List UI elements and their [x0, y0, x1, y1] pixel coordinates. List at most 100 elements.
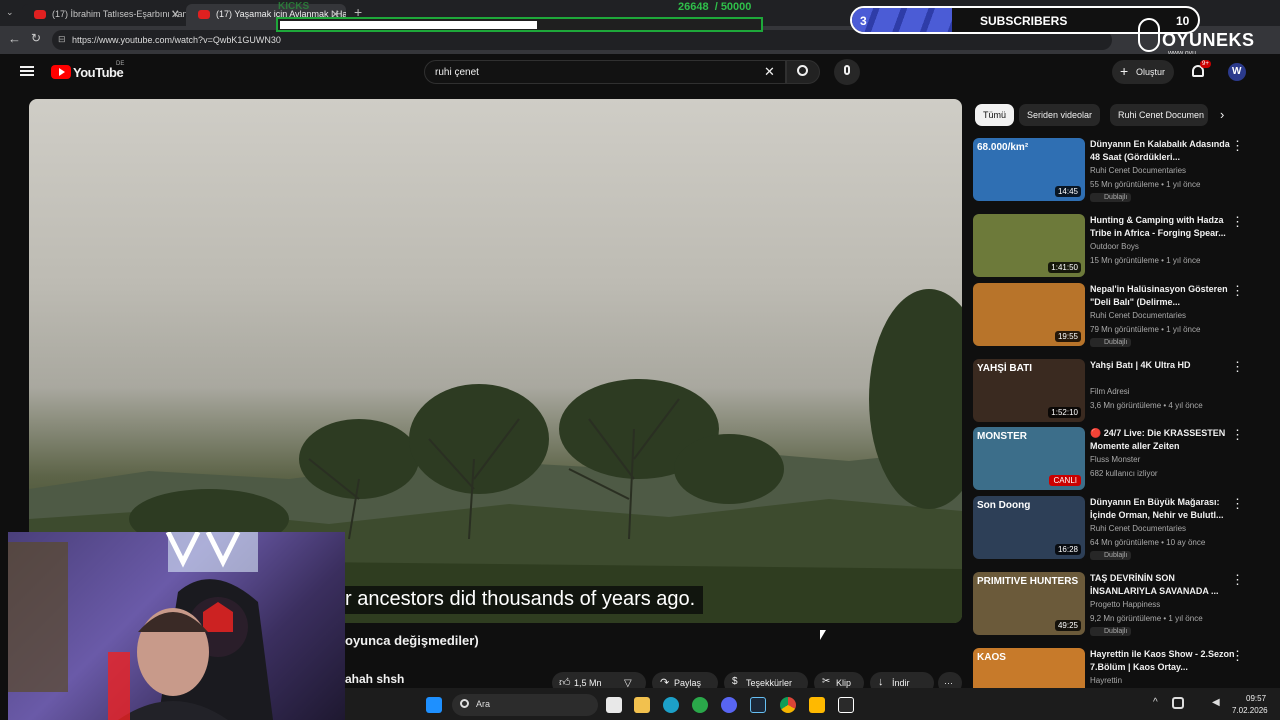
back-icon[interactable]: ← [8, 31, 21, 46]
task-view-icon[interactable] [606, 697, 622, 713]
site-info-icon[interactable]: ⊟ [58, 34, 66, 45]
download-label: İndir [892, 678, 910, 688]
recommended-video[interactable]: 19:55 Nepal'in Halüsinasyon Gösteren "Del… [973, 283, 1263, 349]
more-options-icon[interactable]: ⋮ [1231, 496, 1244, 512]
video-thumbnail[interactable]: 19:55 [973, 283, 1085, 346]
steam-icon[interactable] [750, 697, 766, 713]
recommended-channel[interactable]: Fluss Monster [1090, 455, 1140, 464]
taskbar-search-icon [460, 699, 469, 708]
recommended-title[interactable]: Hunting & Camping with Hadza Tribe in Af… [1090, 214, 1238, 240]
video-thumbnail[interactable]: Son Doong 16:28 [973, 496, 1085, 559]
search-input[interactable]: ruhi çenet [424, 60, 786, 84]
account-avatar[interactable]: W [1228, 63, 1246, 81]
recommended-channel[interactable]: Hayrettin [1090, 676, 1122, 685]
video-thumbnail[interactable]: MONSTER CANLI [973, 427, 1085, 490]
kicks-progress-bar [276, 17, 763, 32]
video-thumbnail[interactable]: PRIMITIVE HUNTERS 49:25 [973, 572, 1085, 635]
recommended-video[interactable]: Son Doong 16:28 Dünyanın En Büyük Mağarası… [973, 496, 1263, 562]
menu-icon[interactable] [20, 66, 34, 76]
recommended-title[interactable]: Dünyanın En Kalabalık Adasında 48 Saat (… [1090, 138, 1238, 164]
search-icon [797, 65, 808, 76]
recommended-title[interactable]: Yahşi Batı | 4K Ultra HD [1090, 359, 1238, 372]
more-options-icon[interactable]: ⋮ [1231, 427, 1244, 443]
recommended-meta: 64 Mn görüntüleme • 10 ay önce [1090, 538, 1206, 547]
file-explorer-icon[interactable] [634, 697, 650, 713]
video-thumbnail[interactable]: 1:41:50 [973, 214, 1085, 277]
recommended-meta: 682 kullanıcı izliyor [1090, 469, 1158, 478]
subscriber-goal-fill [852, 8, 952, 32]
recommended-title[interactable]: TAŞ DEVRİNİN SON İNSANLARIYLA SAVANADA .… [1090, 572, 1238, 598]
recommended-video[interactable]: 1:41:50 Hunting & Camping with Hadza Trib… [973, 214, 1263, 280]
notification-badge: 9+ [1200, 60, 1211, 68]
more-options-icon[interactable]: ⋮ [1231, 138, 1244, 154]
more-options-icon[interactable]: ⋮ [1231, 283, 1244, 299]
close-tab-icon[interactable]: ✕ [171, 8, 180, 21]
chrome-icon[interactable] [780, 697, 796, 713]
network-icon[interactable] [1172, 697, 1184, 709]
video-duration: 1:41:50 [1048, 262, 1081, 273]
more-options-icon[interactable]: ⋮ [1231, 214, 1244, 230]
video-duration: 19:55 [1054, 331, 1081, 342]
dubbed-badge: Dublajlı [1090, 627, 1132, 636]
recommended-video[interactable]: MONSTER CANLI 🔴 24/7 Live: Die KRASSESTEN … [973, 427, 1263, 493]
video-title: oyunca değişmediler) [345, 633, 479, 648]
recommended-meta: 3,6 Mn görüntüleme • 4 yıl önce [1090, 401, 1203, 410]
volume-icon[interactable]: ◀︎ [1212, 697, 1220, 708]
chip-series[interactable]: Seriden videolar [1019, 104, 1101, 126]
tray-chevron-icon[interactable]: ^ [1153, 697, 1158, 708]
recommended-channel[interactable]: Outdoor Boys [1090, 242, 1139, 251]
epic-games-icon[interactable] [838, 697, 854, 713]
clear-search-icon[interactable]: ✕ [764, 64, 775, 80]
windows-start-icon[interactable] [426, 697, 442, 713]
recommended-channel[interactable]: Ruhi Cenet Documentaries [1090, 524, 1186, 533]
more-options-icon[interactable]: ⋮ [1231, 359, 1244, 375]
edge-browser-icon[interactable] [663, 697, 679, 713]
recommended-video[interactable]: 68.000/km² 14:45 Dünyanın En Kalabalık Ada… [973, 138, 1263, 204]
webcam-feed [8, 532, 273, 720]
thumbnail-text: MONSTER [977, 431, 1027, 442]
chip-next-icon[interactable]: › [1220, 107, 1224, 122]
share-label: Paylaş [674, 678, 702, 688]
create-label: Oluştur [1136, 67, 1166, 77]
more-options-icon[interactable]: ⋮ [1231, 572, 1244, 588]
search-button[interactable] [786, 60, 820, 84]
reload-icon[interactable]: ↻ [31, 31, 41, 45]
video-duration: 16:28 [1054, 544, 1081, 555]
tab-search-icon[interactable]: ⌄ [6, 7, 20, 19]
thanks-icon: $ [732, 676, 738, 687]
recommended-channel[interactable]: Ruhi Cenet Documentaries [1090, 311, 1186, 320]
store-icon[interactable] [809, 697, 825, 713]
recommended-meta: 15 Mn görüntüleme • 1 yıl önce [1090, 256, 1201, 265]
browser-tab[interactable]: (17) İbrahim Tatlıses-Eşarbını Yan B ✕ [22, 4, 186, 26]
subscriber-label: SUBSCRIBERS [980, 14, 1068, 28]
taskbar-search[interactable]: Ara [452, 694, 598, 716]
recommended-channel[interactable]: Ruhi Cenet Documentaries [1090, 166, 1186, 175]
chip-all[interactable]: Tümü [975, 104, 1015, 126]
recommended-title[interactable]: Hayrettin ile Kaos Show - 2.Sezon 7.Bölü… [1090, 648, 1238, 674]
more-options-icon[interactable]: ⋮ [1231, 648, 1244, 664]
clock-time[interactable]: 09:57 [1246, 694, 1266, 703]
recommended-title[interactable]: Dünyanın En Büyük Mağarası: İçinde Orman… [1090, 496, 1238, 522]
streamer-webcam [8, 532, 345, 720]
subscriber-count-left: 3 [860, 14, 867, 28]
voice-search-button[interactable] [834, 59, 860, 85]
clock-date[interactable]: 7.02.2026 [1232, 706, 1268, 715]
video-thumbnail[interactable]: 68.000/km² 14:45 [973, 138, 1085, 201]
green-app-icon[interactable] [692, 697, 708, 713]
recommended-video[interactable]: PRIMITIVE HUNTERS 49:25 TAŞ DEVRİNİN SON İ… [973, 572, 1263, 638]
video-thumbnail[interactable]: YAHŞİ BATI 1:52:10 [973, 359, 1085, 422]
video-duration: 14:45 [1054, 186, 1081, 197]
recommended-video[interactable]: YAHŞİ BATI 1:52:10 Yahşi Batı | 4K Ultra H… [973, 359, 1263, 425]
channel-name[interactable]: ahah shsh [345, 672, 404, 686]
create-button[interactable]: + Oluştur [1112, 60, 1174, 84]
recommended-channel[interactable]: Progetto Happiness [1090, 600, 1160, 609]
discord-icon[interactable] [721, 697, 737, 713]
recommended-channel[interactable]: Film Adresi [1090, 387, 1130, 396]
notifications-button[interactable]: 9+ [1190, 60, 1211, 80]
recommended-title[interactable]: Nepal'in Halüsinasyon Gösteren "Deli Bal… [1090, 283, 1238, 309]
like-count: 1,5 Mn [574, 678, 602, 688]
avatar-letter: W [1232, 66, 1242, 77]
chip-channel[interactable]: Ruhi Cenet Documen [1110, 104, 1208, 126]
recommended-title[interactable]: 🔴 24/7 Live: Die KRASSESTEN Momente alle… [1090, 427, 1238, 453]
mouse-cursor-icon [820, 630, 826, 640]
